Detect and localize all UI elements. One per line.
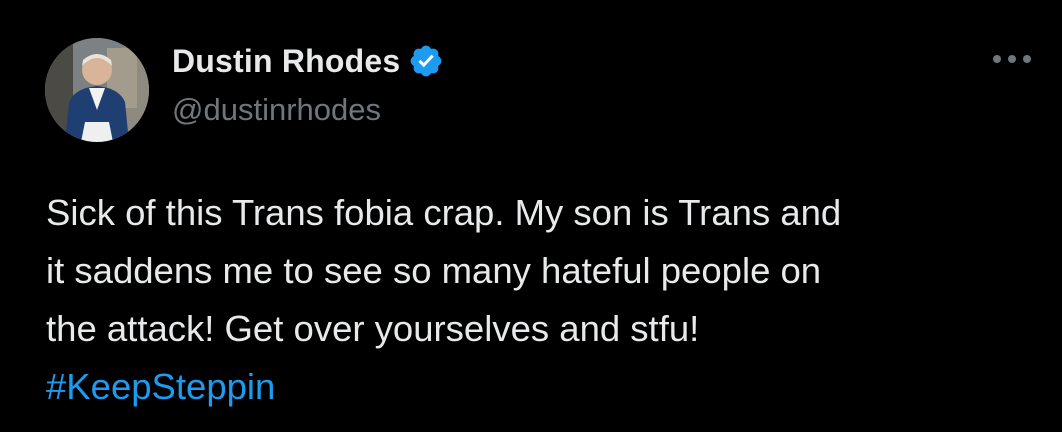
tweet-text-line: it saddens me to see so many hateful peo… [46, 250, 822, 291]
author-handle[interactable]: @dustinrhodes [172, 92, 381, 128]
tweet-text-line: the attack! Get over yourselves and stfu… [46, 308, 700, 349]
tweet-text: Sick of this Trans fobia crap. My son is… [46, 184, 1036, 416]
author-display-name[interactable]: Dustin Rhodes [172, 43, 400, 80]
tweet: Dustin Rhodes @dustinrhodes Sick of this… [0, 0, 1062, 432]
tweet-text-line: Sick of this Trans fobia crap. My son is… [46, 192, 842, 233]
avatar[interactable] [45, 38, 149, 142]
more-dot [993, 55, 1001, 63]
more-horizontal-icon[interactable] [993, 47, 1031, 71]
hashtag-link[interactable]: #KeepSteppin [46, 366, 275, 407]
avatar-photo [45, 38, 149, 142]
more-dot [1008, 55, 1016, 63]
more-dot [1023, 55, 1031, 63]
author-name-row[interactable]: Dustin Rhodes [172, 41, 444, 81]
verified-badge-icon [411, 45, 442, 77]
